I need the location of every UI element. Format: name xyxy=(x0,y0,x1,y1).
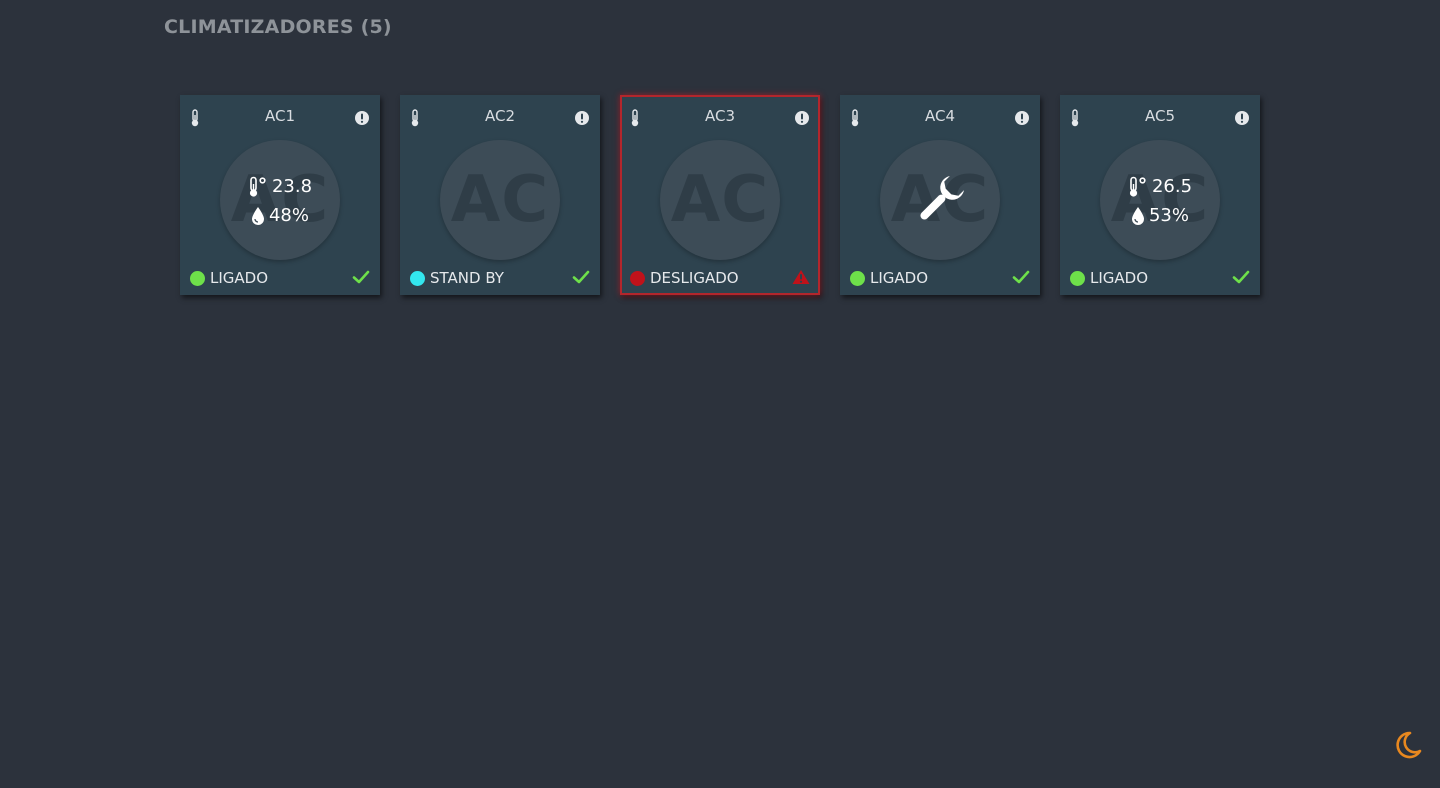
temperature-icon xyxy=(249,176,266,197)
temperature-icon xyxy=(1129,176,1146,197)
temperature-value: 23.8 xyxy=(271,176,313,197)
temperature-value: 26.5 xyxy=(1151,176,1193,197)
ac-indicator-circle: AC xyxy=(440,140,560,260)
card-name: AC3 xyxy=(704,107,735,125)
ac-indicator-circle: AC 23.8 48% xyxy=(220,140,340,260)
info-alert-icon[interactable] xyxy=(354,110,370,126)
status-dot xyxy=(1070,270,1085,286)
temperature-reading: 23.8 xyxy=(248,172,312,201)
humidity-reading: 53% xyxy=(1131,201,1189,230)
check-icon xyxy=(572,270,590,284)
status-indicator: STAND BY xyxy=(410,269,504,287)
ac-watermark: AC xyxy=(450,163,550,237)
temperature-reading: 26.5 xyxy=(1128,172,1192,201)
status-label: LIGADO xyxy=(1090,269,1149,287)
humidity-value: 48% xyxy=(268,205,309,226)
ac-indicator-circle: AC xyxy=(660,140,780,260)
ac-indicator-circle: AC xyxy=(880,140,1000,260)
info-alert-icon[interactable] xyxy=(1014,110,1030,126)
humidity-value: 53% xyxy=(1148,205,1189,226)
readings: 26.5 53% xyxy=(1100,172,1220,230)
status-dot xyxy=(850,270,865,286)
status-dot xyxy=(630,270,645,286)
card-name: AC4 xyxy=(924,107,955,125)
info-alert-icon[interactable] xyxy=(1234,110,1250,126)
status-label: STAND BY xyxy=(430,269,504,287)
status-indicator: LIGADO xyxy=(190,269,268,287)
warning-icon xyxy=(792,270,810,284)
status-label: DESLIGADO xyxy=(650,269,739,287)
ac-card-5[interactable]: AC5 AC 26.5 53% LIGADO xyxy=(1060,95,1260,295)
humidity-reading: 48% xyxy=(251,201,309,230)
ac-card-3[interactable]: AC3 AC DESLIGADO xyxy=(620,95,820,295)
card-name: AC2 xyxy=(484,107,515,125)
status-dot xyxy=(190,270,205,286)
ac-watermark: AC xyxy=(670,163,770,237)
ac-card-4[interactable]: AC4 AC LIGADO xyxy=(840,95,1040,295)
wrench-icon xyxy=(920,175,965,220)
humidity-drop-icon xyxy=(251,206,264,225)
status-indicator: DESLIGADO xyxy=(630,269,739,287)
page-title: CLIMATIZADORES (5) xyxy=(164,16,392,38)
status-indicator: LIGADO xyxy=(1070,269,1148,287)
ac-indicator-circle: AC 26.5 53% xyxy=(1100,140,1220,260)
check-icon xyxy=(1012,270,1030,284)
status-label: LIGADO xyxy=(210,269,269,287)
moon-icon[interactable] xyxy=(1390,729,1422,761)
check-icon xyxy=(352,270,370,284)
status-dot xyxy=(410,270,425,286)
ac-card-1[interactable]: AC1 AC 23.8 48% LIGADO xyxy=(180,95,380,295)
climatizer-card-list: AC1 AC 23.8 48% LIGADO AC2 AC STAND BY A… xyxy=(180,95,1260,295)
status-label: LIGADO xyxy=(870,269,929,287)
card-name: AC5 xyxy=(1144,107,1175,125)
check-icon xyxy=(1232,270,1250,284)
readings: 23.8 48% xyxy=(220,172,340,230)
card-name: AC1 xyxy=(264,107,295,125)
ac-card-2[interactable]: AC2 AC STAND BY xyxy=(400,95,600,295)
info-alert-icon[interactable] xyxy=(794,110,810,126)
status-indicator: LIGADO xyxy=(850,269,928,287)
info-alert-icon[interactable] xyxy=(574,110,590,126)
humidity-drop-icon xyxy=(1131,206,1144,225)
